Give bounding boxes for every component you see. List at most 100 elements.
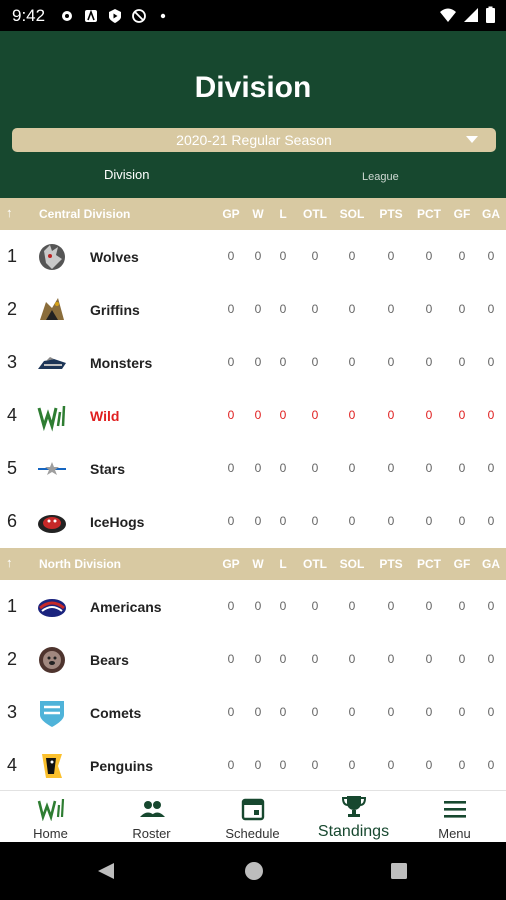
battery-icon xyxy=(485,6,496,29)
stat-cell: 0 xyxy=(387,758,395,772)
stat-cell: 0 xyxy=(348,652,356,666)
stat-cell: 0 xyxy=(311,599,319,613)
col-otl: OTL xyxy=(303,207,327,221)
nav-standings-label: Standings xyxy=(317,823,390,840)
nav-menu[interactable]: Menu xyxy=(404,791,505,843)
nav-roster[interactable]: Roster xyxy=(101,791,202,843)
stat-cell: 0 xyxy=(458,302,466,316)
stat-cell: 0 xyxy=(458,758,466,772)
stat-cell: 0 xyxy=(487,355,495,369)
stat-cell: 0 xyxy=(387,249,395,263)
division-header-north[interactable]: ↑ North Division GP W L OTL SOL PTS PCT … xyxy=(0,548,506,580)
team-rank: 3 xyxy=(7,352,18,372)
division-name: Central Division xyxy=(39,207,131,221)
table-row[interactable]: 5 Stars 0 0 0 0 0 0 0 0 0 xyxy=(0,442,506,495)
wild-home-icon xyxy=(37,798,64,821)
wifi-icon xyxy=(439,6,457,29)
settings-gear-icon xyxy=(59,8,75,24)
tab-division[interactable]: Division xyxy=(104,167,150,182)
stat-cell: 0 xyxy=(487,652,495,666)
table-row-highlighted[interactable]: 4 Wild 0 0 0 0 0 0 0 0 0 xyxy=(0,389,506,442)
nav-schedule[interactable]: Schedule xyxy=(202,791,303,843)
monsters-logo-icon xyxy=(38,357,66,369)
nav-menu-label: Menu xyxy=(438,826,471,841)
stat-cell: 0 xyxy=(279,408,287,422)
team-name: Wild xyxy=(90,408,120,424)
table-row[interactable]: 3 Comets 0 0 0 0 0 0 0 0 0 xyxy=(0,686,506,739)
stat-cell: 0 xyxy=(387,302,395,316)
stat-cell: 0 xyxy=(487,758,495,772)
bottom-nav: Home Roster Schedule Standings Menu xyxy=(0,790,506,842)
stat-cell: 0 xyxy=(487,408,495,422)
stat-cell: 0 xyxy=(387,514,395,528)
stat-cell: 0 xyxy=(348,249,356,263)
stat-cell: 0 xyxy=(311,514,319,528)
stat-cell: 0 xyxy=(279,758,287,772)
stat-cell: 0 xyxy=(227,461,235,475)
stat-cell: 0 xyxy=(425,514,433,528)
table-row[interactable]: 3 Monsters 0 0 0 0 0 0 0 0 0 xyxy=(0,336,506,389)
stat-cell: 0 xyxy=(279,705,287,719)
table-row[interactable]: 2 Bears 0 0 0 0 0 0 0 0 0 xyxy=(0,633,506,686)
stat-cell: 0 xyxy=(311,461,319,475)
sort-arrow-up-icon[interactable]: ↑ xyxy=(6,205,13,220)
sort-arrow-up-icon[interactable]: ↑ xyxy=(6,555,13,570)
tab-league[interactable]: League xyxy=(362,171,399,183)
team-name: Bears xyxy=(90,652,129,668)
stat-cell: 0 xyxy=(425,758,433,772)
nav-standings[interactable]: Standings xyxy=(303,791,404,843)
season-selected-value: 2020-21 Regular Season xyxy=(176,132,332,148)
system-nav-bar xyxy=(0,842,506,900)
stat-cell: 0 xyxy=(387,408,395,422)
table-row[interactable]: 1 Americans 0 0 0 0 0 0 0 0 0 xyxy=(0,580,506,633)
stat-cell: 0 xyxy=(227,599,235,613)
stat-cell: 0 xyxy=(279,461,287,475)
do-not-disturb-icon xyxy=(131,8,147,24)
col-otl: OTL xyxy=(303,557,327,571)
division-header-central[interactable]: ↑ Central Division GP W L OTL SOL PTS PC… xyxy=(0,198,506,230)
col-sol: SOL xyxy=(339,557,365,571)
stat-cell: 0 xyxy=(279,249,287,263)
table-row[interactable]: 6 IceHogs 0 0 0 0 0 0 0 0 0 xyxy=(0,495,506,548)
chevron-down-icon xyxy=(466,136,478,143)
col-gp: GP xyxy=(222,557,240,571)
team-name: Stars xyxy=(90,461,126,477)
col-pts: PTS xyxy=(379,207,403,221)
status-bar: 9:42 xyxy=(0,0,506,31)
stat-cell: 0 xyxy=(487,461,495,475)
stat-cell: 0 xyxy=(425,705,433,719)
wild-logo-icon xyxy=(37,405,66,432)
stat-cell: 0 xyxy=(227,758,235,772)
table-row[interactable]: 1 Wolves 0 0 0 0 0 0 0 0 0 xyxy=(0,230,506,283)
table-row[interactable]: 2 Griffins 0 0 0 0 0 0 0 0 0 xyxy=(0,283,506,336)
team-name: Comets xyxy=(90,705,142,721)
icehogs-logo-icon xyxy=(38,515,66,533)
stat-cell: 0 xyxy=(425,302,433,316)
stat-cell: 0 xyxy=(279,302,287,316)
col-sol: SOL xyxy=(339,207,365,221)
team-rank: 1 xyxy=(7,596,18,616)
stat-cell: 0 xyxy=(425,249,433,263)
stat-cell: 0 xyxy=(348,408,356,422)
status-icons xyxy=(59,8,171,24)
team-rank: 3 xyxy=(7,702,18,722)
team-rank: 4 xyxy=(7,405,18,425)
stat-cell: 0 xyxy=(279,652,287,666)
table-row[interactable]: 4 Penguins 0 0 0 0 0 0 0 0 0 xyxy=(0,739,506,792)
nav-home[interactable]: Home xyxy=(0,791,101,843)
season-dropdown[interactable]: 2020-21 Regular Season xyxy=(12,128,496,152)
team-name: Monsters xyxy=(90,355,153,371)
col-gf: GF xyxy=(453,557,471,571)
stat-cell: 0 xyxy=(311,652,319,666)
stat-cell: 0 xyxy=(387,461,395,475)
stat-cell: 0 xyxy=(487,249,495,263)
stat-cell: 0 xyxy=(487,514,495,528)
home-circle-icon[interactable] xyxy=(244,861,264,881)
recents-square-icon[interactable] xyxy=(390,862,408,880)
people-icon xyxy=(139,801,165,817)
team-name: Penguins xyxy=(90,758,154,774)
stat-cell: 0 xyxy=(348,302,356,316)
stat-cell: 0 xyxy=(458,461,466,475)
back-triangle-icon[interactable] xyxy=(96,861,116,881)
col-ga: GA xyxy=(482,557,500,571)
